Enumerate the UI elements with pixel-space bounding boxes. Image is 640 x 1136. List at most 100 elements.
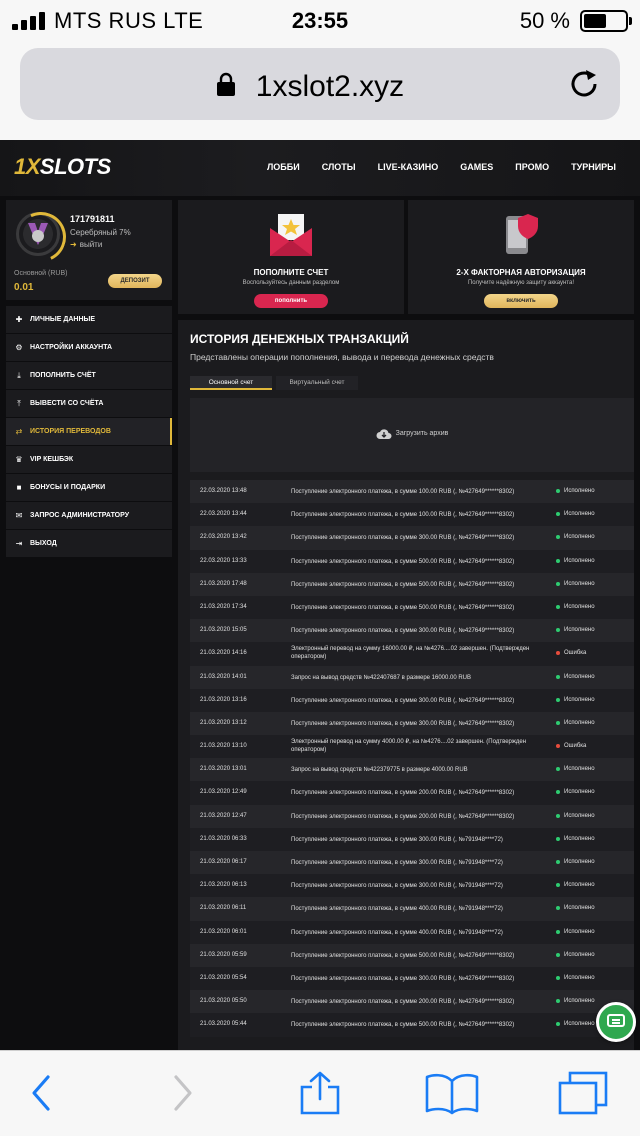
tx-description: Поступление электронного платежа, в сумм… (291, 883, 503, 890)
sidebar-item-bonuses[interactable]: ■ БОНУСЫ И ПОДАРКИ (6, 474, 172, 501)
transaction-history-panel: ИСТОРИЯ ДЕНЕЖНЫХ ТРАНЗАКЦИЙ Представлены… (178, 320, 634, 1050)
tx-description: Поступление электронного платежа, в сумм… (291, 535, 515, 542)
tx-date: 21.03.2020 06:11 (200, 905, 247, 912)
archive-download-area[interactable]: Загрузить архив (190, 398, 634, 472)
vip-icon: ♛ (15, 455, 23, 464)
reload-icon[interactable] (566, 66, 602, 102)
user-id: 171791811 (70, 214, 115, 224)
download-icon: ⤓ (17, 371, 21, 380)
forward-arrow-icon[interactable] (160, 1071, 204, 1115)
tx-description: Поступление электронного платежа, в сумм… (291, 790, 515, 797)
status-success-dot (556, 489, 560, 493)
sidebar-item-admin-request[interactable]: ✉ ЗАПРОС АДМИНИСТРАТОРУ (6, 502, 172, 529)
two-factor-title: 2-Х ФАКТОРНАЯ АВТОРИЗАЦИЯ (456, 268, 586, 277)
table-row: 21.03.2020 05:44 Поступление электронного… (190, 1013, 634, 1037)
top-up-button[interactable]: пополнить (254, 294, 328, 308)
support-chat-button[interactable] (596, 1002, 636, 1042)
account-label: Основной (RUB) (14, 270, 68, 277)
tx-status: Исполнено (564, 603, 595, 610)
tx-date: 22.03.2020 13:33 (200, 557, 247, 564)
tx-description: Поступление электронного платежа, в сумм… (291, 604, 515, 611)
table-row: 21.03.2020 17:34 Поступление электронного… (190, 595, 634, 620)
tx-date: 21.03.2020 13:10 (200, 743, 247, 750)
nav-lobby[interactable]: ЛОББИ (267, 162, 300, 172)
main-nav: ЛОББИ СЛОТЫ LIVE-КАЗИНО GAMES ПРОМО ТУРН… (245, 162, 616, 172)
table-row: 22.03.2020 13:33 Поступление электронного… (190, 549, 634, 573)
tx-status: Исполнено (564, 974, 595, 981)
history-subtitle: Представлены операции пополнения, вывода… (190, 352, 494, 362)
share-icon[interactable] (298, 1071, 342, 1115)
back-arrow-icon[interactable] (20, 1071, 64, 1115)
address-bar[interactable]: 1xslot2.xyz (20, 48, 620, 120)
table-row: 21.03.2020 06:11 Поступление электронного… (190, 897, 634, 921)
ios-status-bar: MTS RUS LTE 23:55 50 % (0, 0, 640, 40)
tx-status: Ошибка (564, 650, 587, 657)
sidebar-item-deposit[interactable]: ⤓ ПОПОЛНИТЬ СЧЁТ (6, 362, 172, 389)
table-row: 21.03.2020 06:33 Поступление электронного… (190, 827, 634, 851)
tx-status: Исполнено (564, 928, 595, 935)
nav-live-casino[interactable]: LIVE-КАЗИНО (378, 162, 439, 172)
tx-description: Поступление электронного платежа, в сумм… (291, 1022, 515, 1029)
history-title: ИСТОРИЯ ДЕНЕЖНЫХ ТРАНЗАКЦИЙ (190, 332, 409, 346)
tx-status: Исполнено (564, 882, 595, 889)
tx-date: 21.03.2020 15:05 (200, 627, 247, 634)
tx-date: 21.03.2020 13:16 (200, 696, 247, 703)
tx-date: 21.03.2020 05:50 (200, 998, 247, 1005)
tx-date: 21.03.2020 12:47 (200, 812, 247, 819)
table-row: 21.03.2020 06:01 Поступление электронного… (190, 920, 634, 944)
status-success-dot (556, 999, 560, 1004)
tx-status: Исполнено (564, 580, 595, 587)
status-success-dot (556, 604, 560, 609)
enable-2fa-button[interactable]: включить (484, 294, 558, 308)
nav-games[interactable]: GAMES (460, 162, 493, 172)
table-row: 21.03.2020 12:47 Поступление электронного… (190, 804, 634, 828)
status-success-dot (556, 813, 560, 818)
sidebar-item-transfer-history[interactable]: ⇄ ИСТОРИЯ ПЕРЕВОДОВ (6, 418, 172, 445)
status-success-dot (556, 929, 560, 934)
status-success-dot (556, 790, 560, 795)
tx-date: 21.03.2020 17:34 (200, 603, 247, 610)
tx-description: Поступление электронного платежа, в сумм… (291, 581, 515, 588)
deposit-button[interactable]: ДЕПОЗИТ (108, 274, 162, 288)
tx-description: Поступление электронного платежа, в сумм… (291, 836, 503, 843)
table-row: 21.03.2020 05:54 Поступление электронного… (190, 966, 634, 991)
browser-address-area: 1xslot2.xyz (0, 40, 640, 140)
tx-description: Электронный перевод на сумму 4000.00 ₽, … (291, 739, 527, 754)
status-success-dot (556, 674, 560, 679)
sidebar-item-account-settings[interactable]: ⚙ НАСТРОЙКИ АККАУНТА (6, 334, 172, 361)
sidebar-item-vip-cashback[interactable]: ♛ VIP КЕШБЭК (6, 446, 172, 473)
bookmarks-icon[interactable] (424, 1071, 480, 1115)
tx-status: Исполнено (564, 673, 595, 680)
table-row: 22.03.2020 13:42 Поступление электронного… (190, 526, 634, 550)
browser-toolbar (0, 1050, 640, 1136)
tx-date: 22.03.2020 13:42 (200, 534, 247, 541)
sidebar-item-exit[interactable]: ⇥ ВЫХОД (6, 530, 172, 557)
nav-tournaments[interactable]: ТУРНИРЫ (571, 162, 616, 172)
tabs-icon[interactable] (556, 1071, 612, 1115)
nav-slots[interactable]: СЛОТЫ (322, 162, 356, 172)
tab-main-account[interactable]: Основной счет (190, 376, 272, 390)
sidebar-item-withdraw[interactable]: ⤒ ВЫВЕСТИ СО СЧЁТА (6, 390, 172, 417)
status-success-dot (556, 836, 560, 841)
url-text[interactable]: 1xslot2.xyz (20, 70, 620, 104)
tx-status: Исполнено (564, 1021, 595, 1028)
tx-date: 22.03.2020 13:48 (200, 488, 247, 494)
tx-date: 21.03.2020 13:12 (200, 719, 247, 726)
site-logo[interactable]: 1XSLOTS (14, 154, 111, 180)
transfer-icon: ⇄ (15, 427, 23, 436)
tx-description: Поступление электронного платежа, в сумм… (291, 628, 515, 635)
sidebar-item-personal-data[interactable]: ✚ ЛИЧНЫЕ ДАННЫЕ (6, 306, 172, 333)
web-page: 1XSLOTS ЛОББИ СЛОТЫ LIVE-КАЗИНО GAMES ПР… (0, 140, 640, 1050)
deposit-promo-title: ПОПОЛНИТЕ СЧЕТ (253, 268, 329, 277)
tx-date: 21.03.2020 05:59 (200, 951, 247, 958)
status-success-dot (556, 581, 560, 586)
table-row: 21.03.2020 15:05 Поступление электронного… (190, 619, 634, 643)
tx-description: Запрос на вывод средств №422407687 в раз… (291, 674, 472, 681)
logout-link[interactable]: ➜ выйти (70, 240, 102, 249)
silver-medal-icon (16, 212, 60, 256)
nav-promo[interactable]: ПРОМО (515, 162, 549, 172)
tx-status: Исполнено (564, 998, 595, 1005)
tx-date: 21.03.2020 13:01 (200, 766, 247, 773)
tab-virtual-account[interactable]: Виртуальный счет (276, 376, 358, 390)
status-success-dot (556, 906, 560, 911)
